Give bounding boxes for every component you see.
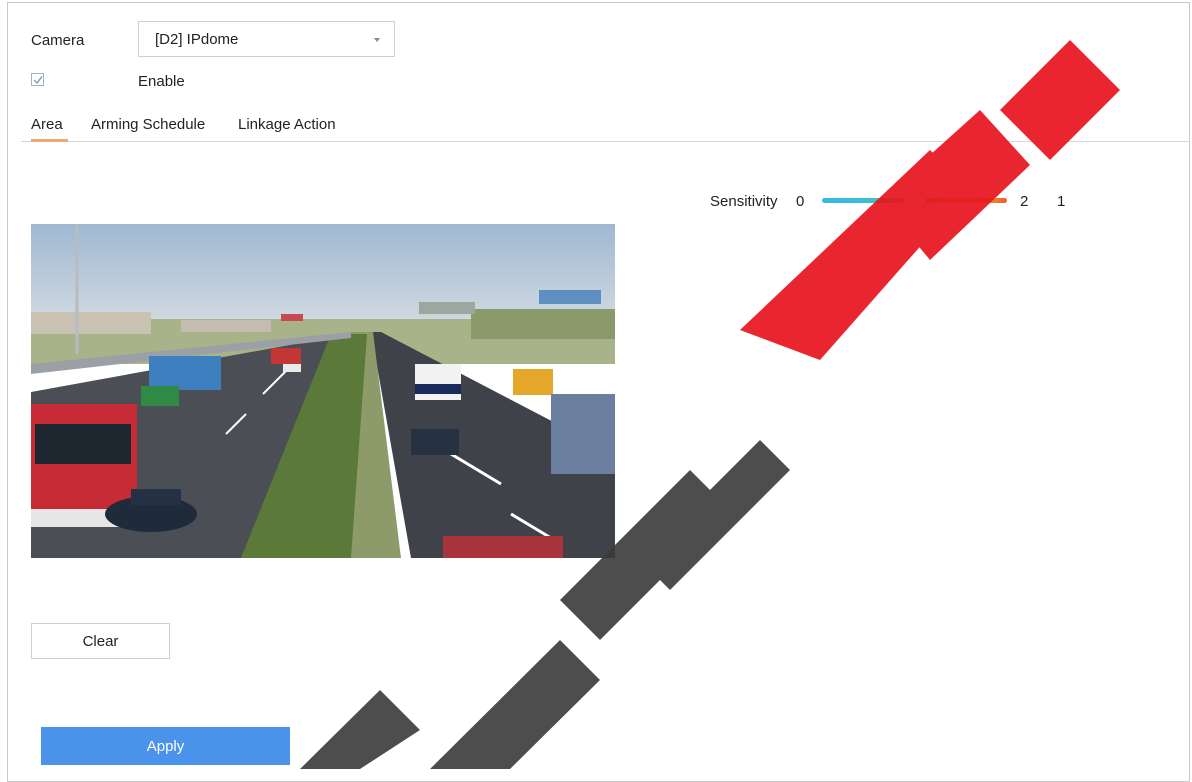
active-tab-indicator [31, 139, 68, 142]
apply-button[interactable]: Apply [41, 727, 290, 765]
sensitivity-min: 0 [796, 193, 805, 210]
enable-label: Enable [138, 73, 185, 90]
sensitivity-slider-handle[interactable] [903, 189, 927, 213]
highway-camera-image [31, 224, 615, 558]
camera-preview[interactable] [31, 224, 615, 558]
sensitivity-max: 2 [1020, 193, 1029, 210]
tab-linkage-action[interactable]: Linkage Action [238, 116, 336, 133]
check-icon [33, 76, 43, 84]
clear-button[interactable]: Clear [31, 623, 170, 659]
tab-arming-schedule[interactable]: Arming Schedule [91, 116, 205, 133]
enable-checkbox[interactable] [31, 73, 44, 86]
chevron-down-icon [374, 38, 380, 42]
tab-area[interactable]: Area [31, 116, 63, 133]
sensitivity-value: 1 [1057, 193, 1066, 210]
camera-select[interactable]: [D2] IPdome [138, 21, 395, 57]
tabs-divider [21, 141, 1190, 142]
sensitivity-label: Sensitivity [710, 193, 778, 210]
camera-select-value: [D2] IPdome [155, 31, 239, 48]
camera-label: Camera [31, 32, 85, 49]
